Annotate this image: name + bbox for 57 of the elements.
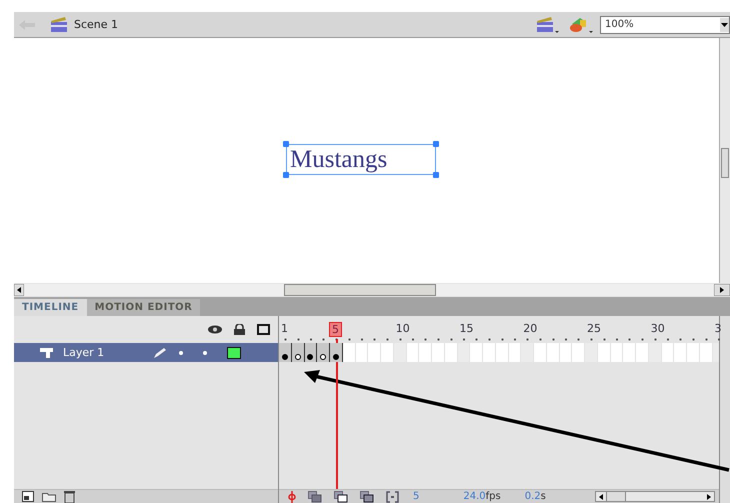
frame-cell[interactable] <box>521 343 534 362</box>
scroll-right-icon[interactable] <box>714 284 730 296</box>
shapes-dropdown-icon[interactable] <box>568 16 594 34</box>
frame-number: 3 <box>714 322 722 335</box>
eye-icon[interactable] <box>208 325 222 334</box>
frame-cell[interactable] <box>648 343 662 362</box>
keyframe[interactable] <box>279 343 292 362</box>
dot-icon[interactable] <box>203 350 207 354</box>
blank-keyframe[interactable] <box>292 343 304 362</box>
panel-tab[interactable]: TIMELINE <box>14 299 87 316</box>
layer-color-icon[interactable] <box>227 346 241 358</box>
vertical-scrollbar[interactable] <box>719 38 730 283</box>
clapper-icon <box>50 16 68 33</box>
frame-cell[interactable] <box>394 343 406 362</box>
layer-name: Layer 1 <box>63 346 106 359</box>
frame-number: 25 <box>587 322 601 335</box>
selection-handle[interactable] <box>283 172 289 178</box>
keyframe[interactable] <box>330 343 343 362</box>
frame-number: 15 <box>460 322 474 335</box>
lock-icon[interactable] <box>234 324 245 335</box>
selection-handle[interactable] <box>433 172 439 178</box>
edit-multiple-frames-icon[interactable] <box>360 490 374 502</box>
frame-number: 1 <box>281 322 288 335</box>
trash-icon[interactable] <box>64 490 75 502</box>
pencil-icon[interactable] <box>153 346 167 358</box>
bracket-marker-icon[interactable] <box>386 490 399 502</box>
folder-icon[interactable] <box>42 492 56 502</box>
elapsed-time: 0.2s <box>524 491 546 502</box>
frame-cell[interactable] <box>585 343 598 362</box>
scene-name[interactable]: Scene 1 <box>74 18 118 31</box>
timeline-vertical-scrollbar[interactable] <box>719 316 730 503</box>
layer-row[interactable]: Layer 1 <box>14 343 278 362</box>
horizontal-scrollbar[interactable] <box>14 283 730 297</box>
frame-number: 20 <box>523 322 538 335</box>
new-layer-icon[interactable] <box>22 491 34 502</box>
text-object[interactable]: Mustangs <box>286 144 436 175</box>
frame-rate: 24.0fps <box>463 491 501 502</box>
zoom-field[interactable]: 100% <box>600 16 730 34</box>
blank-keyframe[interactable] <box>317 343 330 362</box>
center-frame-icon[interactable] <box>288 490 296 502</box>
dot-icon[interactable] <box>179 350 183 354</box>
selection-handle[interactable] <box>433 141 439 147</box>
onion-outline-icon[interactable] <box>334 490 348 502</box>
frame-cell[interactable] <box>458 343 470 362</box>
frame-number: 30 <box>650 322 665 335</box>
scroll-left-icon[interactable] <box>14 284 24 296</box>
frame-number: 10 <box>396 322 410 335</box>
timeline-scrollbar[interactable] <box>595 491 715 502</box>
onion-skin-icon[interactable] <box>308 490 322 502</box>
keyframe[interactable] <box>304 343 318 362</box>
selection-handle[interactable] <box>283 141 289 147</box>
layer-icon <box>40 348 53 358</box>
scroll-thumb[interactable] <box>606 492 626 501</box>
frame-number: 5 <box>329 322 342 337</box>
outline-icon[interactable] <box>257 324 270 335</box>
clapper-dropdown-icon[interactable] <box>536 16 560 34</box>
current-frame: 5 <box>413 491 420 502</box>
